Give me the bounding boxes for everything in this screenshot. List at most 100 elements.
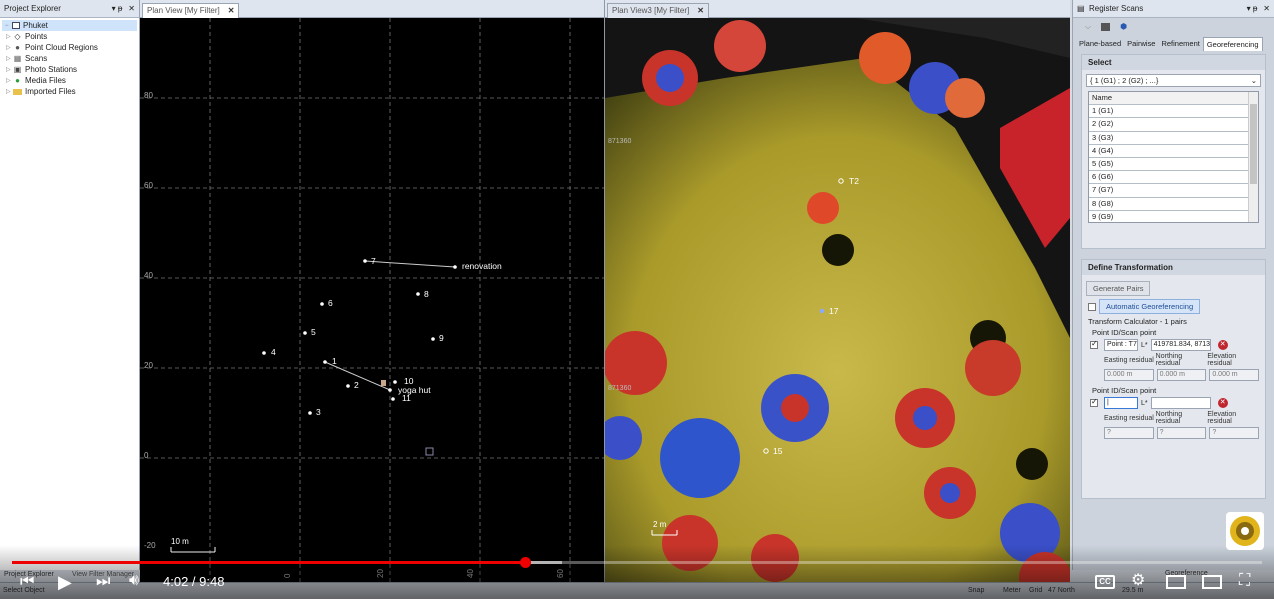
project-tree: − Phuket ▷ ◇ Points ▷ ● Point Cloud Regi… [0, 18, 139, 99]
list-item[interactable]: 5 (G5) [1089, 158, 1248, 172]
cube-icon[interactable]: ⬢ [1120, 22, 1127, 31]
close-tab-icon[interactable]: ✕ [697, 6, 704, 15]
survey-point[interactable] [393, 380, 397, 384]
auto-georef-button[interactable]: Automatic Georeferencing [1099, 299, 1201, 314]
tab-refinement[interactable]: Refinement [1158, 37, 1202, 51]
list-item[interactable]: 1 (G1) [1089, 105, 1248, 119]
survey-point[interactable] [320, 302, 324, 306]
video-scrubber-handle[interactable] [519, 557, 531, 568]
survey-point[interactable] [391, 397, 395, 401]
tree-item-scans[interactable]: ▷ ▦ Scans [0, 53, 139, 64]
list-item[interactable]: 7 (G7) [1089, 184, 1248, 198]
survey-point[interactable] [308, 411, 312, 415]
target-point[interactable] [819, 308, 825, 314]
tab-plane-based[interactable]: Plane-based [1076, 37, 1124, 51]
scan-view-icon[interactable] [1101, 22, 1111, 31]
close-tab-icon[interactable]: ✕ [228, 6, 235, 15]
tree-item-phuket[interactable]: − Phuket [2, 20, 137, 31]
survey-point[interactable] [416, 292, 420, 296]
survey-point[interactable] [346, 384, 350, 388]
expand-icon[interactable]: ▷ [6, 88, 13, 95]
tab-georeferencing[interactable]: Georeferencing [1202, 37, 1263, 51]
list-header[interactable]: Name [1089, 92, 1248, 106]
tree-item-points[interactable]: ▷ ◇ Points [0, 31, 139, 42]
plan-view-1-canvas[interactable]: 80 60 40 20 0 -20 0 20 40 60 7 renovatio… [140, 18, 604, 582]
auto-georef-row: Automatic Georeferencing [1082, 298, 1265, 315]
list-scrollbar[interactable] [1248, 92, 1258, 222]
list-item[interactable]: 4 (G4) [1089, 145, 1248, 158]
plan-view-3-canvas[interactable]: T2 17 15 871360 871360 2 m [605, 18, 1070, 582]
tree-item-photo-stations[interactable]: ▷ ▣ Photo Stations [0, 64, 139, 75]
list-item[interactable]: 9 (G9) [1089, 211, 1248, 222]
next-icon[interactable]: ⏭ [96, 574, 110, 590]
pair2-scan-point-field[interactable] [1150, 397, 1211, 409]
survey-point[interactable] [323, 360, 327, 364]
tab-plan-view-my-filter[interactable]: Plan View [My Filter] ✕ [142, 3, 240, 18]
pair2-delete-icon[interactable]: ✕ [1217, 398, 1228, 408]
pair2-point-id-field[interactable]: | [1104, 397, 1138, 409]
list-item[interactable]: 3 (G3) [1089, 132, 1248, 145]
x-tick: 40 [466, 569, 475, 578]
captions-icon[interactable]: CC [1095, 575, 1115, 589]
miniplayer-icon[interactable] [1166, 575, 1186, 589]
scale-bar: 10 m [170, 537, 216, 553]
scan-select-combo[interactable]: { 1 (G1) ; 2 (G2) ; ...} ⌄ [1086, 74, 1261, 87]
previous-icon[interactable]: ⏮ [20, 574, 34, 590]
fullscreen-icon[interactable]: ⛶ [1239, 573, 1250, 589]
settings-gear-icon[interactable]: ⚙ [1131, 573, 1145, 589]
channel-logo[interactable] [1226, 512, 1264, 550]
snap-toggle[interactable]: Snap [968, 587, 984, 594]
y-tick: 80 [144, 91, 153, 100]
select-section: Select { 1 (G1) ; 2 (G2) ; ...} ⌄ Name 1… [1081, 54, 1266, 249]
tree-item-label: Scans [25, 54, 48, 63]
survey-point[interactable] [262, 351, 266, 355]
pair1-picker-icon[interactable]: L* [1141, 342, 1148, 349]
list-item[interactable]: 6 (G6) [1089, 171, 1248, 185]
survey-point[interactable] [363, 259, 367, 263]
point-label: 4 [271, 347, 276, 357]
expand-icon[interactable]: ▷ [6, 33, 13, 40]
survey-point[interactable] [388, 388, 392, 392]
list-item[interactable]: 2 (G2) [1089, 118, 1248, 132]
generate-pairs-button[interactable]: Generate Pairs [1086, 281, 1151, 296]
auto-georef-checkbox[interactable] [1088, 302, 1096, 311]
pair1-checkbox[interactable] [1090, 339, 1098, 349]
pair1-scan-point-field[interactable]: 419781.834, 8713 [1150, 339, 1211, 351]
expand-icon[interactable]: ▷ [6, 44, 13, 51]
tab-label: Plan View3 [My Filter] [612, 6, 690, 15]
survey-point[interactable] [303, 331, 307, 335]
x-tick: 60 [556, 569, 565, 578]
pair1-row: Point : T7 L* 419781.834, 8713 ✕ [1082, 338, 1265, 352]
tree-item-point-cloud-regions[interactable]: ▷ ● Point Cloud Regions [0, 42, 139, 53]
close-icon[interactable]: ✕ [1263, 4, 1270, 13]
expand-icon[interactable]: ▷ [6, 55, 13, 62]
pair2-picker-icon[interactable]: L* [1141, 400, 1148, 407]
pin-icon[interactable]: ▾ ᵽ [1247, 4, 1258, 13]
pair1-delete-icon[interactable]: ✕ [1217, 340, 1228, 350]
point-label: 6 [328, 298, 333, 308]
survey-point[interactable] [431, 337, 435, 341]
grid-toggle[interactable]: Grid [1029, 587, 1042, 594]
video-progress-bar[interactable] [12, 561, 525, 564]
tab-pairwise[interactable]: Pairwise [1124, 37, 1158, 51]
tab-plan-view3-my-filter[interactable]: Plan View3 [My Filter] ✕ [607, 3, 709, 18]
tree-item-imported-files[interactable]: ▷ Imported Files [0, 86, 139, 97]
list-item[interactable]: 8 (G8) [1089, 198, 1248, 211]
volume-icon[interactable]: 🔊︎ [129, 573, 139, 589]
station-marker[interactable] [381, 380, 386, 386]
pair2-checkbox[interactable] [1090, 397, 1098, 407]
filter-icon[interactable]: ⌵ [1085, 22, 1091, 32]
tree-item-media-files[interactable]: ▷ ● Media Files [0, 75, 139, 86]
play-icon[interactable]: ▶ [58, 573, 72, 591]
theater-mode-icon[interactable] [1202, 575, 1222, 589]
survey-point[interactable] [453, 265, 457, 269]
expand-icon[interactable]: ▷ [6, 66, 13, 73]
pair1-point-id-field[interactable]: Point : T7 [1104, 339, 1138, 351]
scan-marker[interactable] [425, 447, 434, 456]
collapse-icon[interactable]: − [5, 23, 12, 29]
pin-icon[interactable]: ▾ ᵽ [112, 4, 123, 13]
scrollbar-thumb[interactable] [1250, 104, 1257, 184]
expand-icon[interactable]: ▷ [6, 77, 13, 84]
unit-toggle[interactable]: Meter [1003, 587, 1021, 594]
close-icon[interactable]: ✕ [128, 4, 135, 13]
